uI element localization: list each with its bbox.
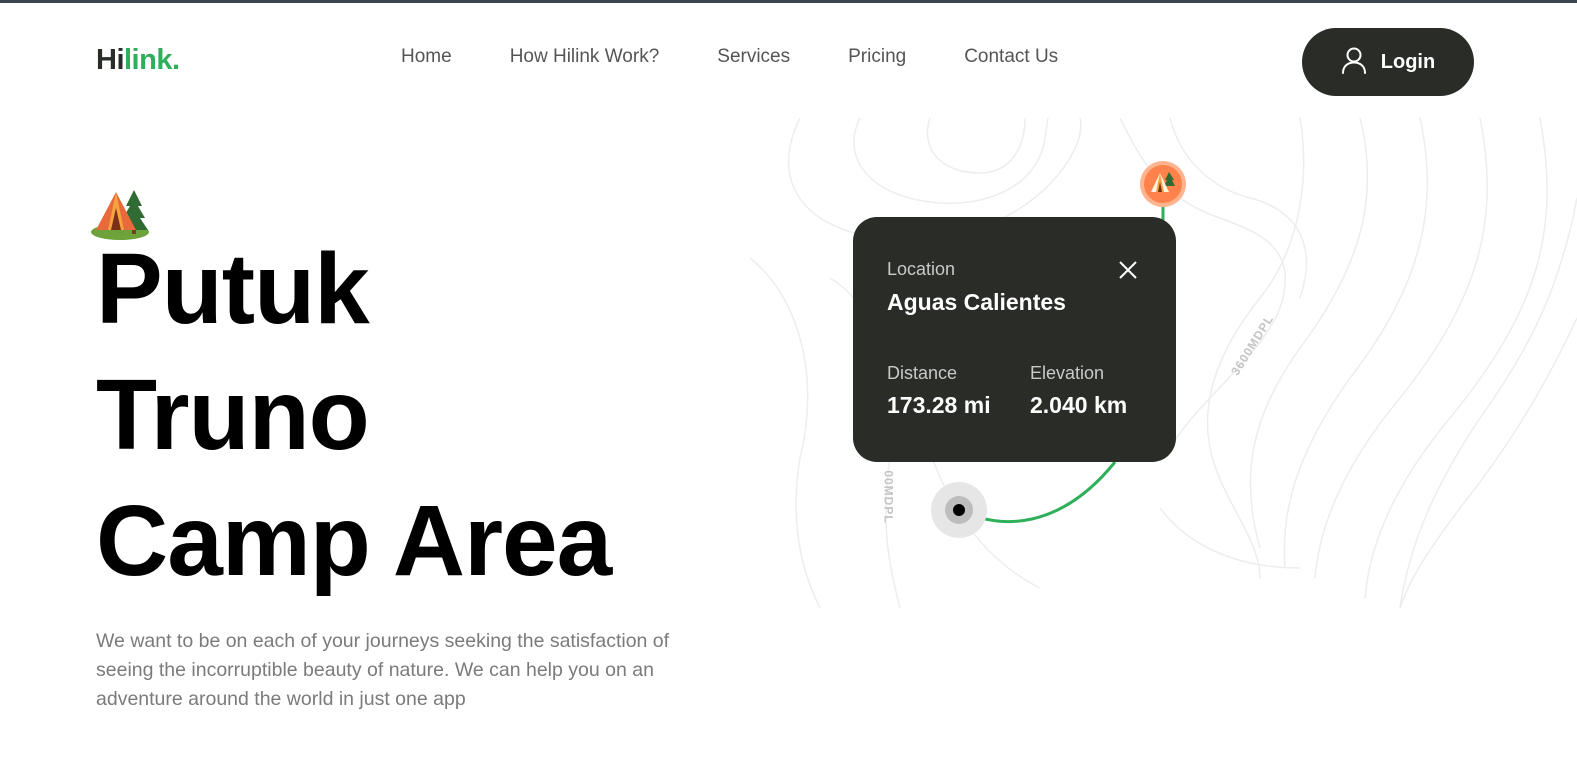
close-icon[interactable] bbox=[1117, 259, 1139, 281]
main-nav: Home How Hilink Work? Services Pricing C… bbox=[401, 46, 1058, 68]
login-button[interactable]: Login bbox=[1302, 28, 1474, 96]
contour-label-00: 00MDPL bbox=[881, 470, 896, 524]
login-label: Login bbox=[1380, 50, 1436, 73]
elevation-label: Elevation bbox=[1030, 363, 1105, 383]
nav-contact-us[interactable]: Contact Us bbox=[964, 46, 1058, 68]
hero-title-line-2: Truno bbox=[96, 359, 370, 471]
nav-home[interactable]: Home bbox=[401, 46, 452, 68]
user-icon bbox=[1341, 46, 1367, 79]
distance-label: Distance bbox=[887, 363, 958, 383]
nav-services[interactable]: Services bbox=[717, 46, 790, 68]
hero-title: Putuk Truno Camp Area bbox=[96, 226, 612, 604]
nav-how-hilink-work[interactable]: How Hilink Work? bbox=[510, 46, 660, 68]
location-value: Aguas Calientes bbox=[887, 289, 1066, 315]
logo-part1: Hi bbox=[96, 44, 125, 76]
top-border bbox=[0, 0, 1577, 3]
start-point-icon[interactable] bbox=[930, 481, 988, 539]
camp-pin-icon[interactable] bbox=[1139, 160, 1187, 208]
hero-title-line-1: Putuk bbox=[96, 233, 370, 345]
logo[interactable]: Hilink. bbox=[96, 44, 180, 77]
location-label: Location bbox=[887, 259, 956, 279]
logo-part2: link. bbox=[124, 44, 180, 76]
distance-value: 173.28 mi bbox=[887, 392, 991, 418]
hero-title-line-3: Camp Area bbox=[96, 485, 612, 597]
elevation-value: 2.040 km bbox=[1030, 392, 1128, 418]
hero-description: We want to be on each of your journeys s… bbox=[96, 630, 670, 710]
location-card: Location Aguas Calientes Distance 173.28… bbox=[853, 217, 1176, 462]
nav-pricing[interactable]: Pricing bbox=[848, 46, 906, 68]
